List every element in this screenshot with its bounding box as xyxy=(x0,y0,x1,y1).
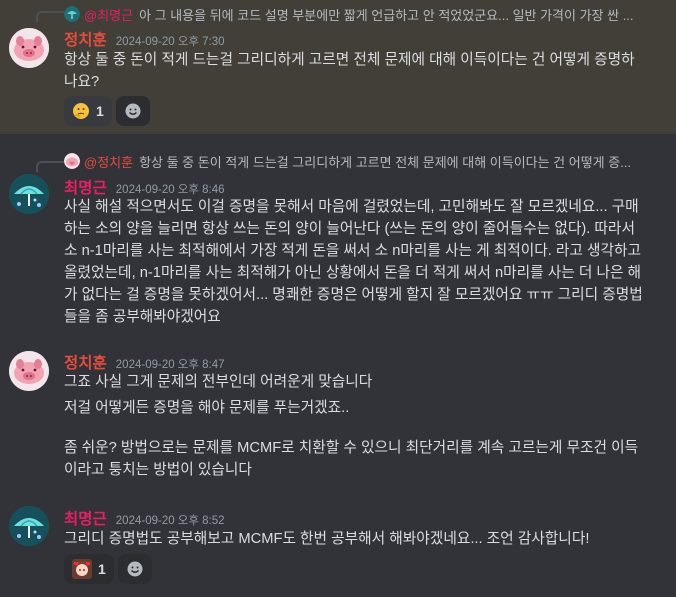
reply-author[interactable]: @정치훈 xyxy=(84,152,133,171)
message-header: 정치훈 2024-09-20 오후 8:47 xyxy=(64,351,225,373)
username[interactable]: 정치훈 xyxy=(64,351,107,373)
umbrella-avatar-icon xyxy=(64,6,80,22)
avatar[interactable] xyxy=(9,351,49,391)
username[interactable]: 최명근 xyxy=(64,176,107,198)
timestamp[interactable]: 2024-09-20 오후 8:47 xyxy=(116,356,225,372)
message-paragraph: 좀 쉬운? 방법으로는 문제를 MCMF로 치환할 수 있으니 최단거리를 계속… xyxy=(64,440,639,478)
reply-preview[interactable]: @최명근 아 그 내용을 뒤에 코드 설명 부분에만 짧게 언급하고 안 적었었… xyxy=(64,4,656,24)
message-header: 정치훈 2024-09-20 오후 7:30 xyxy=(64,28,225,50)
umbrella-avatar-icon xyxy=(9,506,49,546)
message-content: 그리디 증명법도 공부해보고 MCMF도 한번 공부해서 해봐야겠네요... 조… xyxy=(64,528,646,550)
message-header: 최명근 2024-09-20 오후 8:46 xyxy=(64,176,225,198)
message-4: 최명근 2024-09-20 오후 8:52 그리디 증명법도 공부해보고 MC… xyxy=(0,500,676,590)
username[interactable]: 정치훈 xyxy=(64,28,107,50)
reply-text[interactable]: 아 그 내용을 뒤에 코드 설명 부분에만 짧게 언급하고 안 적었었군요...… xyxy=(139,5,656,24)
message-content: 사실 해설 적으면서도 이걸 증명을 못해서 마음에 걸렸었는데, 고민해봐도 … xyxy=(64,196,646,328)
pink-pig-avatar-icon xyxy=(9,351,49,391)
reply-author[interactable]: @최명근 xyxy=(84,5,133,24)
pink-pig-avatar-icon xyxy=(64,153,80,169)
message-content: 그죠 사실 그게 문제의 전부인데 어려운게 맞습니다 저걸 어떻게든 증명을 … xyxy=(64,371,646,481)
smiley-add-icon xyxy=(127,561,143,577)
reply-text[interactable]: 항상 둘 중 돈이 적게 드는걸 그리디하게 고르면 전체 문제에 대해 이득이… xyxy=(139,152,656,171)
add-reaction-button[interactable] xyxy=(117,554,152,584)
reaction-count: 1 xyxy=(98,561,106,577)
avatar[interactable] xyxy=(9,28,49,68)
reply-spine xyxy=(36,11,64,22)
reaction-bar: 1 xyxy=(64,554,152,584)
timestamp[interactable]: 2024-09-20 오후 8:46 xyxy=(116,181,225,197)
timestamp[interactable]: 2024-09-20 오후 8:52 xyxy=(116,512,225,528)
anime-girl-sticker-icon xyxy=(72,559,92,579)
thinking-face-icon xyxy=(73,103,89,119)
pink-pig-avatar-icon xyxy=(9,28,49,68)
reaction-count: 1 xyxy=(96,103,104,119)
message-2: @정치훈 항상 둘 중 돈이 적게 드는걸 그리디하게 고르면 전체 문제에 대… xyxy=(0,150,676,340)
reaction-thinking[interactable]: 1 xyxy=(64,96,112,126)
reply-preview[interactable]: @정치훈 항상 둘 중 돈이 적게 드는걸 그리디하게 고르면 전체 문제에 대… xyxy=(64,151,656,171)
message-paragraph: 항상 둘 중 돈이 적게 드는걸 그리디하게 고르면 전체 문제에 대해 이득이… xyxy=(64,52,635,90)
reply-spine xyxy=(36,161,64,172)
message-paragraph: 저걸 어떻게든 증명을 해야 문제를 푸는거겠죠.. xyxy=(64,400,350,416)
message-header: 최명근 2024-09-20 오후 8:52 xyxy=(64,507,225,529)
timestamp[interactable]: 2024-09-20 오후 7:30 xyxy=(116,33,225,49)
add-reaction-button[interactable] xyxy=(115,96,150,126)
message-1: @최명근 아 그 내용을 뒤에 코드 설명 부분에만 짧게 언급하고 안 적었었… xyxy=(0,0,676,134)
username[interactable]: 최명근 xyxy=(64,507,107,529)
message-paragraph: 그리디 증명법도 공부해보고 MCMF도 한번 공부해서 해봐야겠네요... 조… xyxy=(64,531,590,547)
avatar[interactable] xyxy=(9,174,49,214)
message-content: 항상 둘 중 돈이 적게 드는걸 그리디하게 고르면 전체 문제에 대해 이득이… xyxy=(64,49,646,93)
message-paragraph: 사실 해설 적으면서도 이걸 증명을 못해서 마음에 걸렸었는데, 고민해봐도 … xyxy=(64,199,643,325)
message-3: 정치훈 2024-09-20 오후 8:47 그죠 사실 그게 문제의 전부인데… xyxy=(0,345,676,485)
reaction-sticker[interactable]: 1 xyxy=(64,554,114,584)
message-paragraph: 그죠 사실 그게 문제의 전부인데 어려운게 맞습니다 xyxy=(64,374,373,390)
avatar[interactable] xyxy=(9,506,49,546)
smiley-add-icon xyxy=(125,103,141,119)
umbrella-avatar-icon xyxy=(9,174,49,214)
reaction-bar: 1 xyxy=(64,96,150,126)
